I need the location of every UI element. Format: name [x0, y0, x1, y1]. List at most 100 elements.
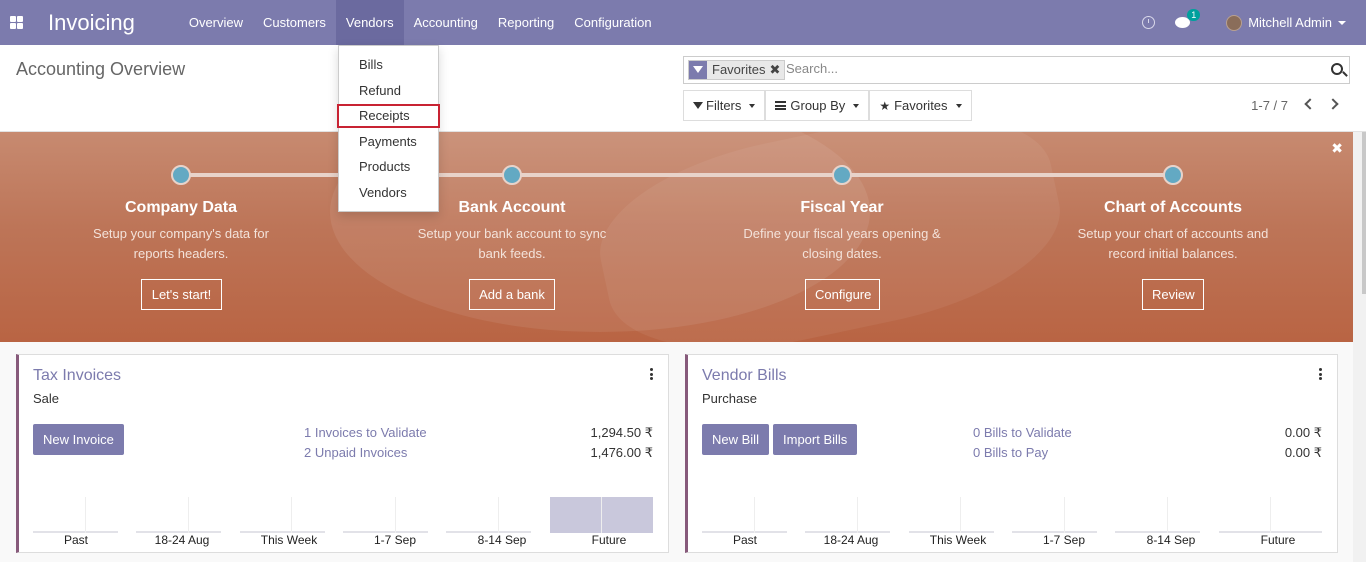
step-description-line: Setup your company's data for [93, 226, 269, 241]
groupby-label: Group By [790, 98, 846, 113]
step-dot [832, 165, 852, 185]
bills-to-pay-link[interactable]: 0 Bills to Pay [973, 445, 1048, 460]
menu-item-accounting[interactable]: Accounting [404, 0, 488, 45]
chevron-left-icon [1304, 98, 1316, 110]
dropdown-item-bills[interactable]: Bills [339, 53, 438, 77]
close-icon[interactable]: ✖ [1331, 140, 1343, 157]
page-title: Accounting Overview [16, 59, 186, 79]
bills-to-validate-amount: 0.00 ₹ [1284, 425, 1322, 440]
invoice-graph[interactable] [33, 497, 653, 533]
dropdown-item-vendors[interactable]: Vendors [339, 181, 438, 205]
filter-funnel-icon [689, 61, 707, 79]
pager-next-button[interactable] [1327, 97, 1342, 111]
step-title-company-data: Company Data [124, 199, 238, 216]
step-description-line: closing dates. [802, 246, 882, 261]
graph-gridline [498, 497, 499, 533]
search-bar: Favorites ✖ [683, 56, 1350, 84]
step-dot [1163, 165, 1183, 185]
dropdown-item-refund[interactable]: Refund [339, 79, 438, 103]
configure-button[interactable]: Configure [805, 279, 880, 310]
step-title-fiscal-year: Fiscal Year [800, 199, 884, 216]
graph-label: 18-24 Aug [823, 533, 879, 547]
lets-start-button[interactable]: Let's start! [141, 279, 222, 310]
user-avatar[interactable] [1226, 14, 1243, 31]
bars-icon [775, 101, 787, 110]
bills-to-validate-link[interactable]: 0 Bills to Validate [973, 425, 1072, 440]
step-description: Setup your company's data for reports hea… [51, 224, 311, 264]
dropdown-item-products[interactable]: Products [339, 155, 438, 179]
facet-remove-icon[interactable]: ✖ [769, 61, 784, 79]
activity-clock-icon[interactable] [1142, 16, 1156, 29]
onboarding-progress-line [181, 173, 1173, 177]
menu-item-overview[interactable]: Overview [179, 0, 253, 45]
filter-icon [693, 102, 703, 109]
kebab-menu-icon[interactable] [650, 368, 653, 380]
invoices-to-validate-link[interactable]: 1 Invoices to Validate [304, 425, 427, 440]
step-dot [171, 165, 191, 185]
graph-label: 1-7 Sep [373, 533, 417, 547]
user-menu-name[interactable]: Mitchell Admin [1248, 15, 1332, 30]
step-description: Setup your bank account to sync bank feed… [382, 224, 642, 264]
step-description-line: record initial balances. [1108, 246, 1238, 261]
menu-item-reporting[interactable]: Reporting [488, 0, 564, 45]
import-bills-button[interactable]: Import Bills [773, 424, 858, 455]
pager-value[interactable]: 1-7 / 7 [1251, 98, 1288, 113]
search-facet: Favorites ✖ [688, 60, 786, 80]
card-subtitle: Purchase [702, 391, 757, 406]
step-description: Setup your chart of accounts and record i… [1043, 224, 1303, 264]
pager-previous-button[interactable] [1302, 97, 1316, 111]
journal-card-tax-invoices: Tax Invoices Sale New Invoice 1 Invoices… [16, 354, 669, 553]
groupby-button[interactable]: Group By [765, 90, 870, 121]
unpaid-invoices-amount: 1,476.00 ₹ [590, 445, 654, 460]
graph-label: This Week [260, 533, 318, 547]
add-bank-button[interactable]: Add a bank [469, 279, 555, 310]
messaging-menu[interactable]: 1 [1175, 9, 1201, 28]
graph-label: 8-14 Sep [477, 533, 527, 547]
main-menu: Overview Customers Vendors Accounting Re… [179, 0, 662, 45]
search-icon[interactable] [1331, 63, 1343, 75]
filters-button[interactable]: Filters [683, 90, 766, 121]
menu-item-configuration[interactable]: Configuration [564, 0, 661, 45]
bills-graph[interactable] [702, 497, 1322, 533]
apps-menu-icon[interactable] [10, 16, 23, 29]
graph-label: Past [63, 533, 88, 547]
graph-label: This Week [929, 533, 987, 547]
step-description: Define your fiscal years opening & closin… [712, 224, 972, 264]
unpaid-invoices-link[interactable]: 2 Unpaid Invoices [304, 445, 407, 460]
menu-item-vendors[interactable]: Vendors [335, 0, 404, 45]
kebab-menu-icon[interactable] [1319, 368, 1322, 380]
facet-label: Favorites [712, 62, 766, 77]
graph-gridline [754, 497, 755, 533]
chevron-down-icon[interactable] [1338, 20, 1346, 25]
card-title[interactable]: Tax Invoices [33, 367, 121, 385]
new-invoice-button[interactable]: New Invoice [33, 424, 124, 455]
star-icon: ★ [879, 98, 891, 113]
card-title[interactable]: Vendor Bills [702, 367, 787, 385]
search-input[interactable] [786, 61, 1306, 76]
caret-down-icon [749, 103, 756, 108]
menu-item-customers[interactable]: Customers [253, 0, 336, 45]
dropdown-item-receipts[interactable]: Receipts [337, 104, 440, 128]
favorites-button[interactable]: ★ Favorites [869, 90, 972, 121]
search-options: Filters Group By ★ Favorites [683, 90, 972, 121]
control-panel: Accounting Overview Favorites ✖ Filters … [0, 45, 1366, 132]
card-subtitle: Sale [33, 391, 60, 406]
new-bill-button[interactable]: New Bill [702, 424, 769, 455]
graph-gridline [1270, 497, 1271, 533]
graph-label: 18-24 Aug [154, 533, 210, 547]
scrollbar-thumb[interactable] [1362, 132, 1366, 294]
navbar-systray: 1 Mitchell Admin [1142, 0, 1366, 45]
graph-label: 8-14 Sep [1146, 533, 1196, 547]
graph-gridline [857, 497, 858, 533]
filters-label: Filters [706, 98, 742, 113]
dropdown-item-payments[interactable]: Payments [339, 130, 438, 154]
review-button[interactable]: Review [1142, 279, 1204, 310]
graph-label: 1-7 Sep [1042, 533, 1086, 547]
graph-gridline [188, 497, 189, 533]
graph-gridline [395, 497, 396, 533]
graph-label: Past [732, 533, 757, 547]
graph-gridline [291, 497, 292, 533]
chat-count-badge: 1 [1187, 9, 1201, 21]
step-dot [502, 165, 522, 185]
chevron-right-icon [1327, 98, 1339, 110]
